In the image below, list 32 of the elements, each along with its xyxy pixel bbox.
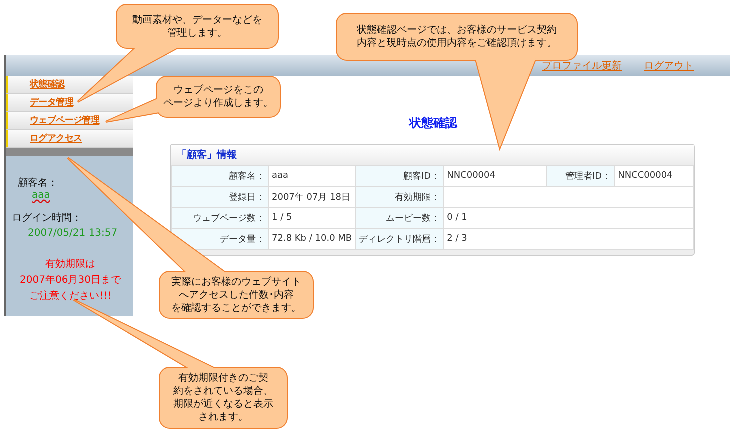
menu-item[interactable]: ログアクセス <box>6 130 133 148</box>
callout-text: 有効期限付きのご契 約をされている場合、 期限が近くなると表示 されます。 <box>174 372 274 424</box>
field-value: aaa <box>268 166 356 186</box>
field-label: 登録日： <box>172 186 268 208</box>
field-label: ウェブページ数： <box>172 208 268 228</box>
callout-text: 実際にお客様のウェブサイト へアクセスした件数･内容 を確認することができます。 <box>172 276 302 314</box>
field-label: 顧客ID： <box>356 166 444 186</box>
expiry-notice: 有効期限は 2007年06月30日まで ご注意ください!!! <box>19 258 122 304</box>
field-label: 管理者ID： <box>546 166 615 186</box>
field-label: 有効期限： <box>356 186 444 208</box>
field-label: ディレクトリ階層： <box>356 228 444 250</box>
field-label: ムービー数： <box>356 208 444 228</box>
field-value: 1 / 5 <box>268 208 356 228</box>
field-value: 72.8 Kb / 10.0 MB <box>268 228 356 250</box>
customer-name: aaa <box>31 190 52 201</box>
field-value: NNCC00004 <box>614 166 694 186</box>
header-link[interactable]: プロファイル更新 <box>542 58 622 72</box>
header-link[interactable]: ログアウト <box>644 58 694 72</box>
callout-text: 状態確認ページでは、お客様のサービス契約 内容と現時点の使用内容をご確認頂けます。 <box>357 24 557 50</box>
callout-text: 動画素材や、データーなどを 管理します。 <box>132 14 262 40</box>
login-time-label: ログイン時間： <box>12 212 83 225</box>
login-time: 2007/05/21 13:57 <box>27 228 119 239</box>
page-title: 状態確認 <box>408 115 459 132</box>
field-value: 2007年 07月 18日 <box>268 186 356 208</box>
field-value: NNC00004 <box>444 166 547 186</box>
callout-text: ウェブページをこの ページより作成します。 <box>164 84 274 110</box>
menu-item[interactable]: ウェブページ管理 <box>6 112 133 130</box>
field-label: 顧客名： <box>172 166 268 186</box>
field-value: 2 / 3 <box>444 228 694 250</box>
customer-name-label: 顧客名： <box>17 176 59 190</box>
field-value: 0 / 1 <box>444 208 694 228</box>
menu-item[interactable]: データ管理 <box>6 94 133 112</box>
